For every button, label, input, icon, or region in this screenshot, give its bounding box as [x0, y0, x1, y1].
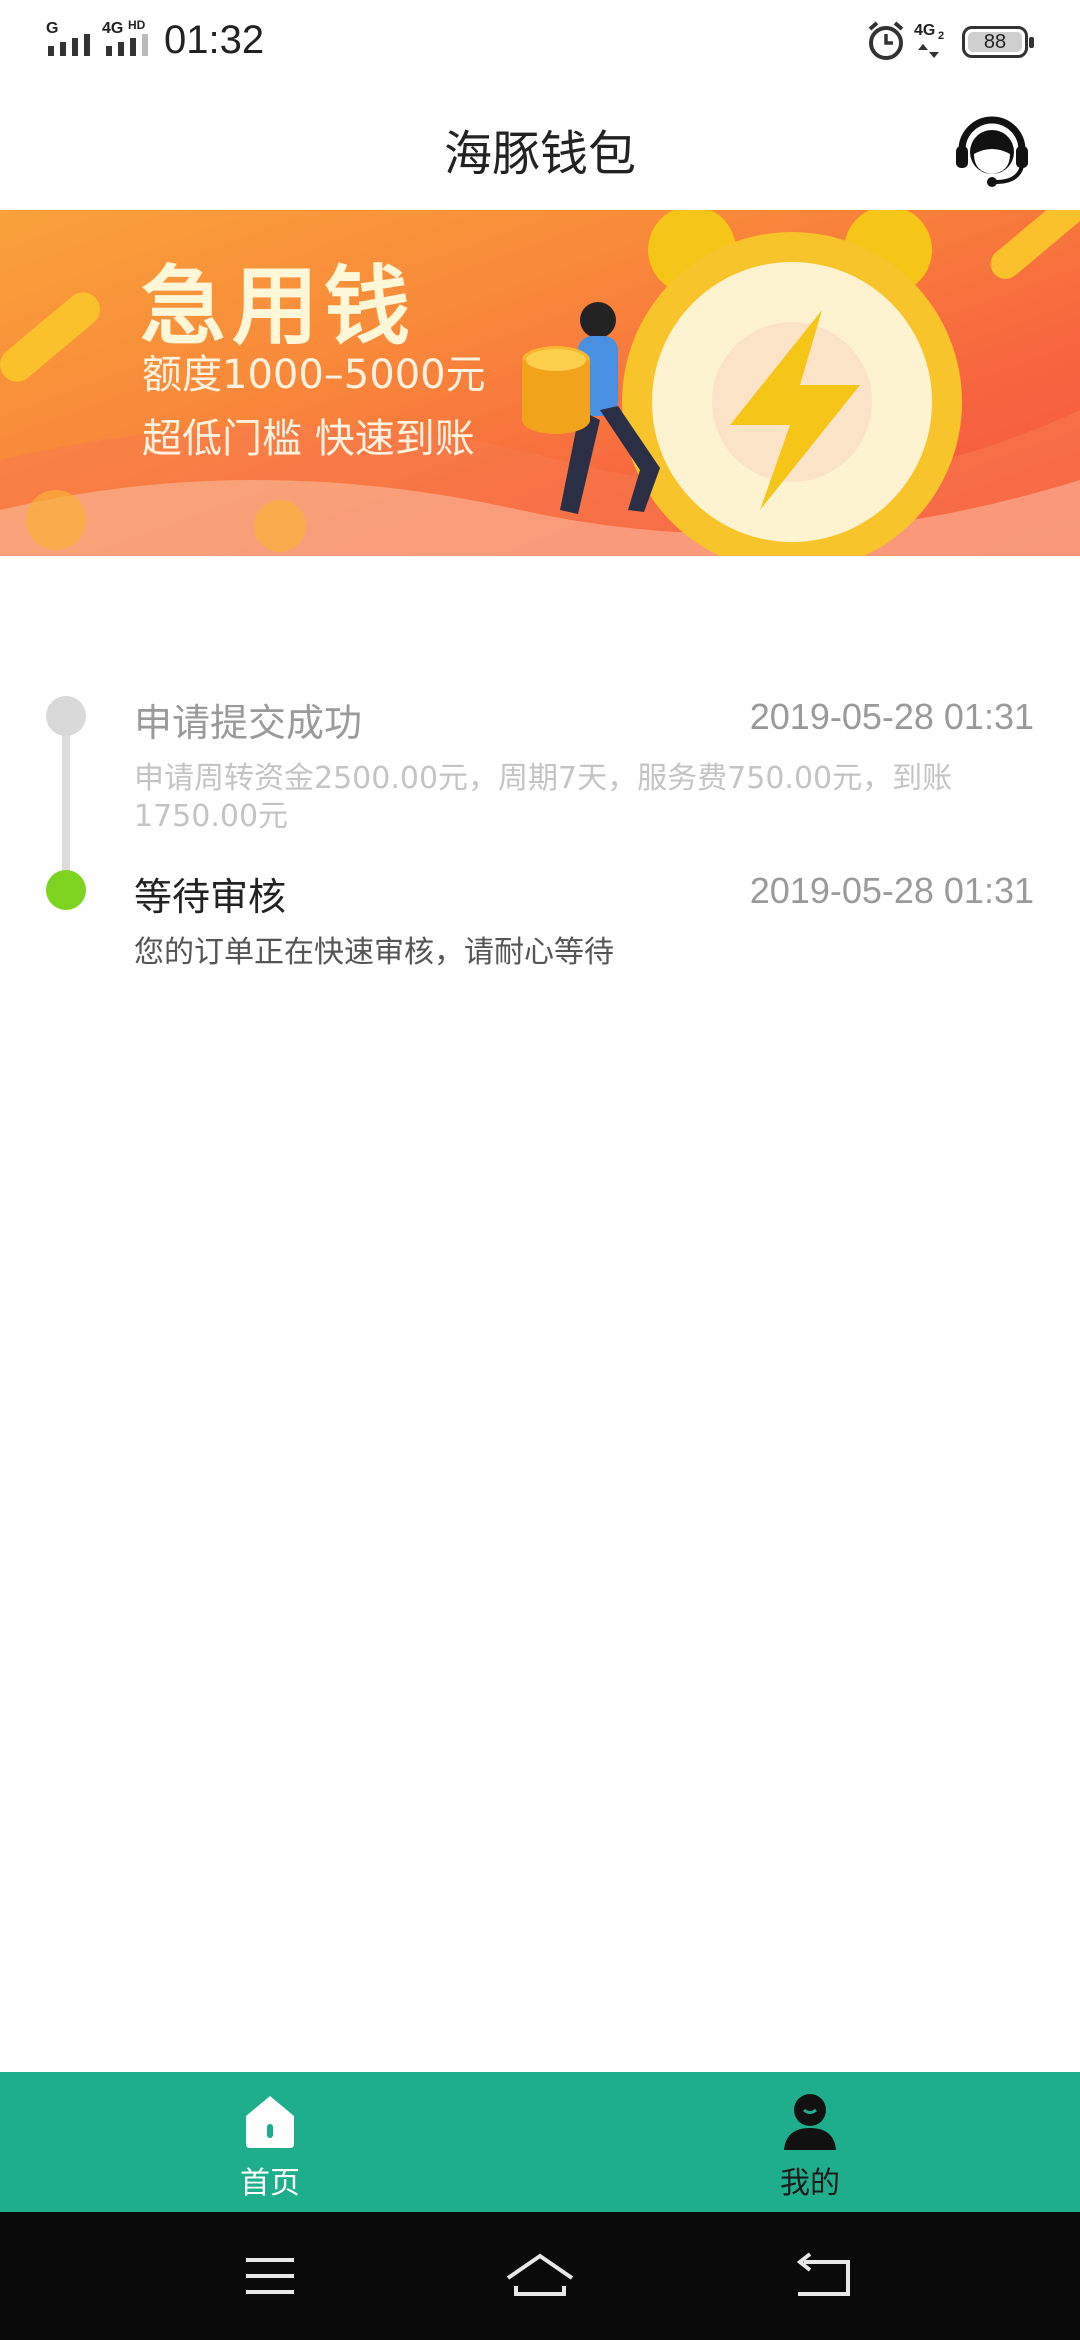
promo-banner[interactable]: 急用钱 额度1000–5000元 超低门槛 快速到账: [0, 210, 1080, 556]
step-description: 您的订单正在快速审核，请耐心等待: [134, 935, 614, 970]
step-time: 2019-05-28 01:31: [749, 696, 1034, 737]
sim1-label: G: [46, 20, 59, 37]
network2-label: 4G: [914, 22, 936, 39]
home-outline-icon[interactable]: [490, 2242, 590, 2310]
tab-mine-label: 我的: [780, 2166, 840, 2201]
step-time: 2019-05-28 01:31: [749, 870, 1034, 911]
banner-line-1: 额度1000–5000元: [142, 352, 486, 398]
sim2-hd-label: HD: [128, 18, 146, 32]
menu-icon[interactable]: [220, 2242, 320, 2310]
status-bar: G 4G HD 01:32 4G 2 88: [0, 0, 1080, 84]
battery-level: 88: [983, 31, 1007, 53]
step-title: 等待审核: [134, 875, 287, 919]
alarm-icon: [868, 21, 904, 60]
timeline-dot-current: [46, 870, 86, 910]
battery-icon: 88: [962, 26, 1034, 58]
data-arrows-icon: [918, 44, 939, 58]
page-title: 海豚钱包: [443, 126, 636, 182]
app-header: 海豚钱包: [0, 84, 1080, 210]
back-icon[interactable]: [774, 2242, 874, 2310]
timeline-dot-done: [46, 696, 86, 736]
step-description: 申请周转资金2500.00元，周期7天，服务费750.00元，到账1750.00…: [134, 761, 953, 834]
status-time: 01:32: [164, 18, 265, 62]
customer-service-button[interactable]: [952, 110, 1032, 190]
bottom-tab-bar: 首页 我的: [0, 2072, 1080, 2212]
banner-line-2: 超低门槛 快速到账: [142, 416, 475, 462]
tab-home-label: 首页: [240, 2166, 300, 2201]
network2-sub: 2: [938, 30, 945, 42]
user-icon: [784, 2094, 836, 2150]
system-navigation-bar: [0, 2212, 1080, 2340]
tab-mine[interactable]: 我的: [540, 2072, 1080, 2212]
home-icon: [246, 2096, 294, 2148]
tab-home[interactable]: 首页: [0, 2072, 540, 2212]
sim2-label: 4G: [102, 20, 124, 37]
step-title: 申请提交成功: [134, 701, 363, 745]
timeline-connector: [62, 718, 70, 886]
customer-service-icon: [956, 116, 1028, 187]
